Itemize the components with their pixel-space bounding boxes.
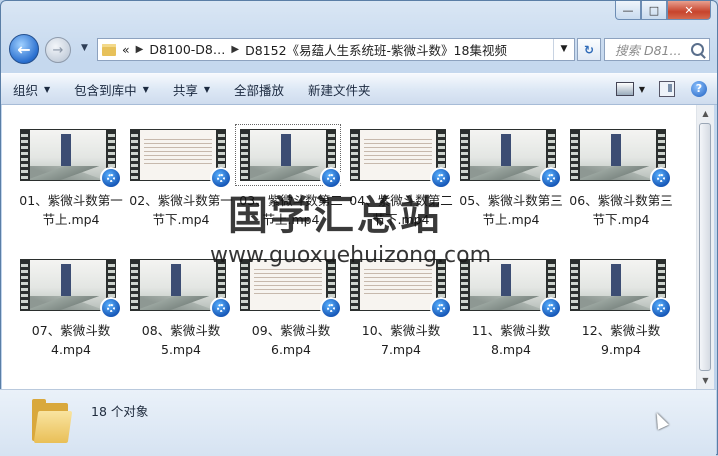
media-player-icon — [650, 297, 672, 319]
forward-arrow-icon: → — [52, 42, 64, 58]
media-player-icon — [540, 297, 562, 319]
file-name[interactable]: 11、紫微斗数8.mp4 — [456, 321, 566, 359]
item-count: 18 个对象 — [91, 404, 149, 419]
file-name[interactable]: 01、紫微斗数第一节上.mp4 — [16, 191, 126, 229]
media-player-icon — [430, 167, 452, 189]
vertical-scrollbar[interactable]: ▲ ▼ — [696, 105, 714, 389]
address-dropdown-icon[interactable]: ▼ — [553, 39, 574, 60]
media-player-icon — [320, 297, 342, 319]
close-button[interactable]: ✕ — [667, 1, 711, 20]
scroll-down-icon[interactable]: ▼ — [697, 372, 714, 389]
help-icon[interactable]: ? — [691, 81, 707, 97]
navigation-bar: ← → ▼ « ▶ D8100-D8… ▶ D8152《易蕴人生系统班-紫微斗数… — [1, 31, 717, 67]
scrollbar-thumb[interactable] — [699, 123, 711, 371]
include-library-label: 包含到库中 — [74, 82, 137, 98]
media-player-icon — [210, 167, 232, 189]
folder-icon — [30, 397, 73, 443]
file-item[interactable]: 07、紫微斗数4.mp4 — [16, 259, 126, 359]
media-player-icon — [100, 297, 122, 319]
breadcrumb-separator-icon: ▶ — [231, 44, 240, 55]
video-thumbnail[interactable] — [235, 124, 342, 189]
file-name[interactable]: 02、紫微斗数第一节下.mp4 — [126, 191, 236, 229]
file-list: 01、紫微斗数第一节上.mp4 02、紫微斗数第一节下.mp4 03、紫微斗数第二节… — [2, 105, 696, 389]
video-thumbnail[interactable] — [570, 129, 672, 189]
file-item[interactable]: 01、紫微斗数第一节上.mp4 — [16, 129, 126, 229]
media-player-icon — [320, 167, 342, 189]
media-player-icon — [210, 297, 232, 319]
file-item[interactable]: 09、紫微斗数6.mp4 — [236, 259, 346, 359]
share-label: 共享 — [172, 82, 198, 98]
file-item[interactable]: 08、紫微斗数5.mp4 — [126, 259, 236, 359]
breadcrumb-parent[interactable]: D8100-D8… — [149, 42, 225, 57]
video-thumbnail[interactable] — [460, 259, 562, 319]
organize-menu[interactable]: 组织 ▼ — [1, 80, 62, 99]
file-name[interactable]: 07、紫微斗数4.mp4 — [16, 321, 126, 359]
video-thumbnail[interactable] — [20, 129, 122, 189]
media-player-icon — [100, 167, 122, 189]
chevron-down-icon: ▼ — [142, 84, 149, 94]
file-name[interactable]: 10、紫微斗数7.mp4 — [346, 321, 456, 359]
media-player-icon — [650, 167, 672, 189]
video-thumbnail[interactable] — [130, 129, 232, 189]
change-view-icon[interactable] — [615, 82, 634, 96]
search-input[interactable]: 搜索 D81... — [604, 38, 710, 61]
video-thumbnail[interactable] — [240, 259, 342, 319]
file-item[interactable]: 12、紫微斗数9.mp4 — [566, 259, 676, 359]
forward-button[interactable]: → — [45, 37, 71, 63]
file-item[interactable]: 02、紫微斗数第一节下.mp4 — [126, 129, 236, 229]
play-all-button[interactable]: 全部播放 — [222, 80, 296, 99]
file-item[interactable]: 11、紫微斗数8.mp4 — [456, 259, 566, 359]
file-name[interactable]: 09、紫微斗数6.mp4 — [236, 321, 346, 359]
minimize-button[interactable]: — — [615, 1, 641, 20]
preview-pane-icon[interactable] — [659, 81, 675, 97]
search-icon[interactable] — [691, 43, 704, 56]
file-name[interactable]: 12、紫微斗数9.mp4 — [566, 321, 676, 359]
file-item[interactable]: 04、紫微斗数第二节下.mp4 — [346, 129, 456, 229]
chevron-down-icon[interactable]: ▼ — [639, 85, 645, 94]
folder-icon — [102, 43, 116, 56]
media-player-icon — [540, 167, 562, 189]
video-thumbnail[interactable] — [350, 129, 452, 189]
file-item[interactable]: 06、紫微斗数第三节下.mp4 — [566, 129, 676, 229]
media-player-icon — [430, 297, 452, 319]
command-bar: 组织 ▼ 包含到库中 ▼ 共享 ▼ 全部播放 新建文件夹 ▼ ? — [1, 73, 717, 105]
chevron-down-icon: ▼ — [44, 84, 51, 94]
include-in-library-menu[interactable]: 包含到库中 ▼ — [62, 80, 161, 99]
video-thumbnail[interactable] — [460, 129, 562, 189]
share-menu[interactable]: 共享 ▼ — [161, 80, 222, 99]
file-item[interactable]: 03、紫微斗数第二节上.mp4 — [235, 124, 346, 229]
refresh-button[interactable]: ↻ — [577, 38, 601, 61]
video-thumbnail[interactable] — [570, 259, 672, 319]
recent-pages-dropdown[interactable]: ▼ — [81, 43, 88, 53]
video-thumbnail[interactable] — [130, 259, 232, 319]
file-name[interactable]: 05、紫微斗数第三节上.mp4 — [456, 191, 566, 229]
new-folder-button[interactable]: 新建文件夹 — [296, 80, 383, 99]
back-arrow-icon: ← — [17, 39, 31, 59]
file-item[interactable]: 10、紫微斗数7.mp4 — [346, 259, 456, 359]
scroll-up-icon[interactable]: ▲ — [697, 105, 714, 122]
file-grid: 01、紫微斗数第一节上.mp4 02、紫微斗数第一节下.mp4 03、紫微斗数第二节… — [16, 124, 676, 359]
file-name[interactable]: 06、紫微斗数第三节下.mp4 — [566, 191, 676, 229]
back-button[interactable]: ← — [9, 34, 39, 64]
file-name[interactable]: 04、紫微斗数第二节下.mp4 — [346, 191, 456, 229]
chevron-down-icon: ▼ — [203, 84, 211, 94]
search-placeholder: 搜索 D81... — [615, 43, 682, 58]
breadcrumb-current[interactable]: D8152《易蕴人生系统班-紫微斗数》18集视频 — [245, 40, 507, 59]
mouse-cursor-icon — [651, 410, 669, 430]
details-pane: 18 个对象 — [0, 389, 716, 456]
breadcrumb-overflow[interactable]: « — [122, 42, 130, 57]
breadcrumb-separator-icon: ▶ — [135, 44, 144, 55]
file-item[interactable]: 05、紫微斗数第三节上.mp4 — [456, 129, 566, 229]
file-name[interactable]: 08、紫微斗数5.mp4 — [126, 321, 236, 359]
maximize-button[interactable]: □ — [641, 1, 667, 20]
caption-buttons: — □ ✕ — [615, 1, 711, 20]
organize-label: 组织 — [13, 82, 39, 98]
video-thumbnail[interactable] — [350, 259, 452, 319]
file-name[interactable]: 03、紫微斗数第二节上.mp4 — [236, 191, 346, 229]
address-bar[interactable]: « ▶ D8100-D8… ▶ D8152《易蕴人生系统班-紫微斗数》18集视频… — [97, 38, 575, 61]
refresh-icon: ↻ — [583, 42, 595, 57]
video-thumbnail[interactable] — [20, 259, 122, 319]
